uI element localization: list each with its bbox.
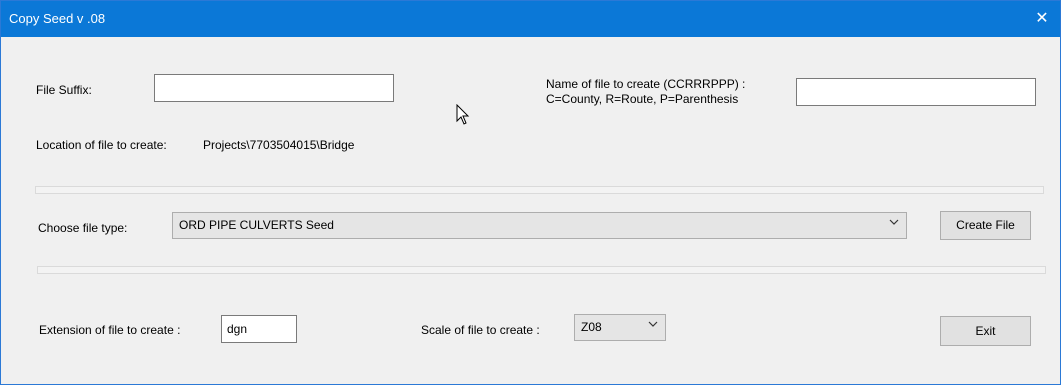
extension-input[interactable] bbox=[221, 315, 297, 343]
exit-button[interactable]: Exit bbox=[940, 316, 1031, 346]
chevron-down-icon bbox=[888, 216, 900, 231]
chevron-down-icon bbox=[647, 318, 659, 333]
separator-top bbox=[35, 186, 1044, 194]
window-title: Copy Seed v .08 bbox=[9, 11, 106, 26]
file-suffix-input[interactable] bbox=[154, 74, 394, 102]
location-value: Projects\7703504015\Bridge bbox=[203, 138, 355, 152]
extension-label: Extension of file to create : bbox=[39, 323, 181, 337]
file-suffix-label: File Suffix: bbox=[36, 83, 92, 97]
file-type-value: ORD PIPE CULVERTS Seed bbox=[179, 218, 334, 232]
scale-dropdown[interactable]: Z08 bbox=[574, 314, 666, 341]
file-type-label: Choose file type: bbox=[38, 221, 128, 235]
location-label: Location of file to create: bbox=[36, 138, 167, 152]
separator-bottom bbox=[37, 266, 1046, 274]
scale-label: Scale of file to create : bbox=[421, 323, 540, 337]
create-file-button[interactable]: Create File bbox=[940, 211, 1031, 240]
name-of-file-input[interactable] bbox=[796, 78, 1036, 106]
name-of-file-label-line1: Name of file to create (CCRRRPPP) : bbox=[546, 77, 746, 91]
close-icon[interactable]: ✕ bbox=[1024, 1, 1060, 37]
name-of-file-label-line2: C=County, R=Route, P=Parenthesis bbox=[546, 92, 739, 106]
file-type-dropdown[interactable]: ORD PIPE CULVERTS Seed bbox=[172, 212, 907, 239]
title-bar: Copy Seed v .08 ✕ bbox=[1, 1, 1060, 37]
mouse-cursor-icon bbox=[456, 103, 470, 129]
copy-seed-window: Copy Seed v .08 ✕ File Suffix: Name of f… bbox=[0, 0, 1061, 385]
scale-value: Z08 bbox=[581, 320, 602, 334]
